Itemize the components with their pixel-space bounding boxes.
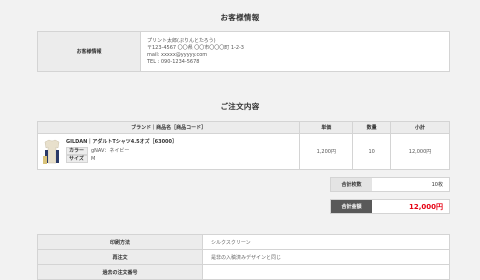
print-method-value: シルクスクリーン: [202, 234, 450, 250]
past-order-number-label: 過去の注文番号: [37, 264, 203, 280]
order-section-title: ご注文内容: [220, 102, 260, 111]
past-order-number-value: [202, 264, 450, 280]
quantity-cell: 10: [352, 133, 392, 170]
subtotal-column-header: 小計: [390, 121, 450, 134]
order-details-table: 印刷方法 シルクスクリーン 再注文 是非の入稿済みデザインと同じ 過去の注文番号: [37, 234, 450, 280]
reorder-value: 是非の入稿済みデザインと同じ: [202, 249, 450, 265]
customer-info-label: お客様情報: [37, 31, 141, 72]
quantity-column-header: 数量: [352, 121, 392, 134]
customer-info-table: お客様情報 プリント太郎(ぷりんとたろう) 〒123-4567 〇〇県 〇〇市〇…: [37, 31, 450, 72]
table-row: 過去の注文番号: [37, 264, 450, 280]
customer-section-title: お客様情報: [220, 13, 260, 22]
table-row: 再注文 是非の入稿済みデザインと同じ: [37, 249, 450, 265]
customer-email: mail: xxxxx@yyyyy.com: [147, 51, 208, 58]
attribute-row-size: サイズ M: [66, 154, 177, 163]
attribute-value: M: [91, 155, 96, 162]
total-amount-label: 合計金額: [331, 200, 372, 213]
total-quantity-label: 合計枚数: [331, 178, 372, 191]
print-method-label: 印刷方法: [37, 234, 203, 250]
attribute-value: gNAV：ネイビー: [91, 148, 130, 154]
total-quantity-box: 合計枚数 10枚: [330, 177, 450, 192]
table-row: GILDAN｜アダルトTシャツ4.5オズ［63000］ カラー gNAV：ネイビ…: [36, 133, 450, 170]
product-column-header: ブランド｜商品名［商品コード］: [36, 121, 301, 134]
subtotal-cell: 12,000円: [390, 133, 450, 170]
attribute-row-color: カラー gNAV：ネイビー: [66, 146, 177, 155]
customer-name: プリント太郎(ぷりんとたろう): [147, 37, 216, 44]
table-row: 印刷方法 シルクスクリーン: [37, 234, 450, 250]
tshirt-icon: [42, 138, 62, 166]
attribute-key: カラー: [66, 146, 88, 155]
attribute-key: サイズ: [66, 154, 88, 163]
unit-price-column-header: 単価: [299, 121, 354, 134]
total-amount-box: 合計金額 12,000円: [330, 199, 450, 214]
order-table: ブランド｜商品名［商品コード］ 単価 数量 小計 GILDAN｜アダルトTシャツ…: [36, 121, 450, 170]
total-quantity-value: 10枚: [431, 182, 443, 188]
unit-price-cell: 1,200円: [299, 133, 354, 170]
customer-info-body: プリント太郎(ぷりんとたろう) 〒123-4567 〇〇県 〇〇市〇〇〇町 1-…: [140, 31, 450, 72]
product-name: GILDAN｜アダルトTシャツ4.5オズ［63000］: [66, 138, 178, 145]
total-amount-value: 12,000円: [408, 202, 443, 211]
customer-address: 〒123-4567 〇〇県 〇〇市〇〇〇町 1-2-3: [147, 44, 244, 51]
customer-phone: TEL : 090-1234-5678: [147, 58, 200, 65]
product-cell: GILDAN｜アダルトTシャツ4.5オズ［63000］ カラー gNAV：ネイビ…: [36, 133, 301, 170]
order-header-row: ブランド｜商品名［商品コード］ 単価 数量 小計: [36, 121, 450, 134]
reorder-label: 再注文: [37, 249, 203, 265]
